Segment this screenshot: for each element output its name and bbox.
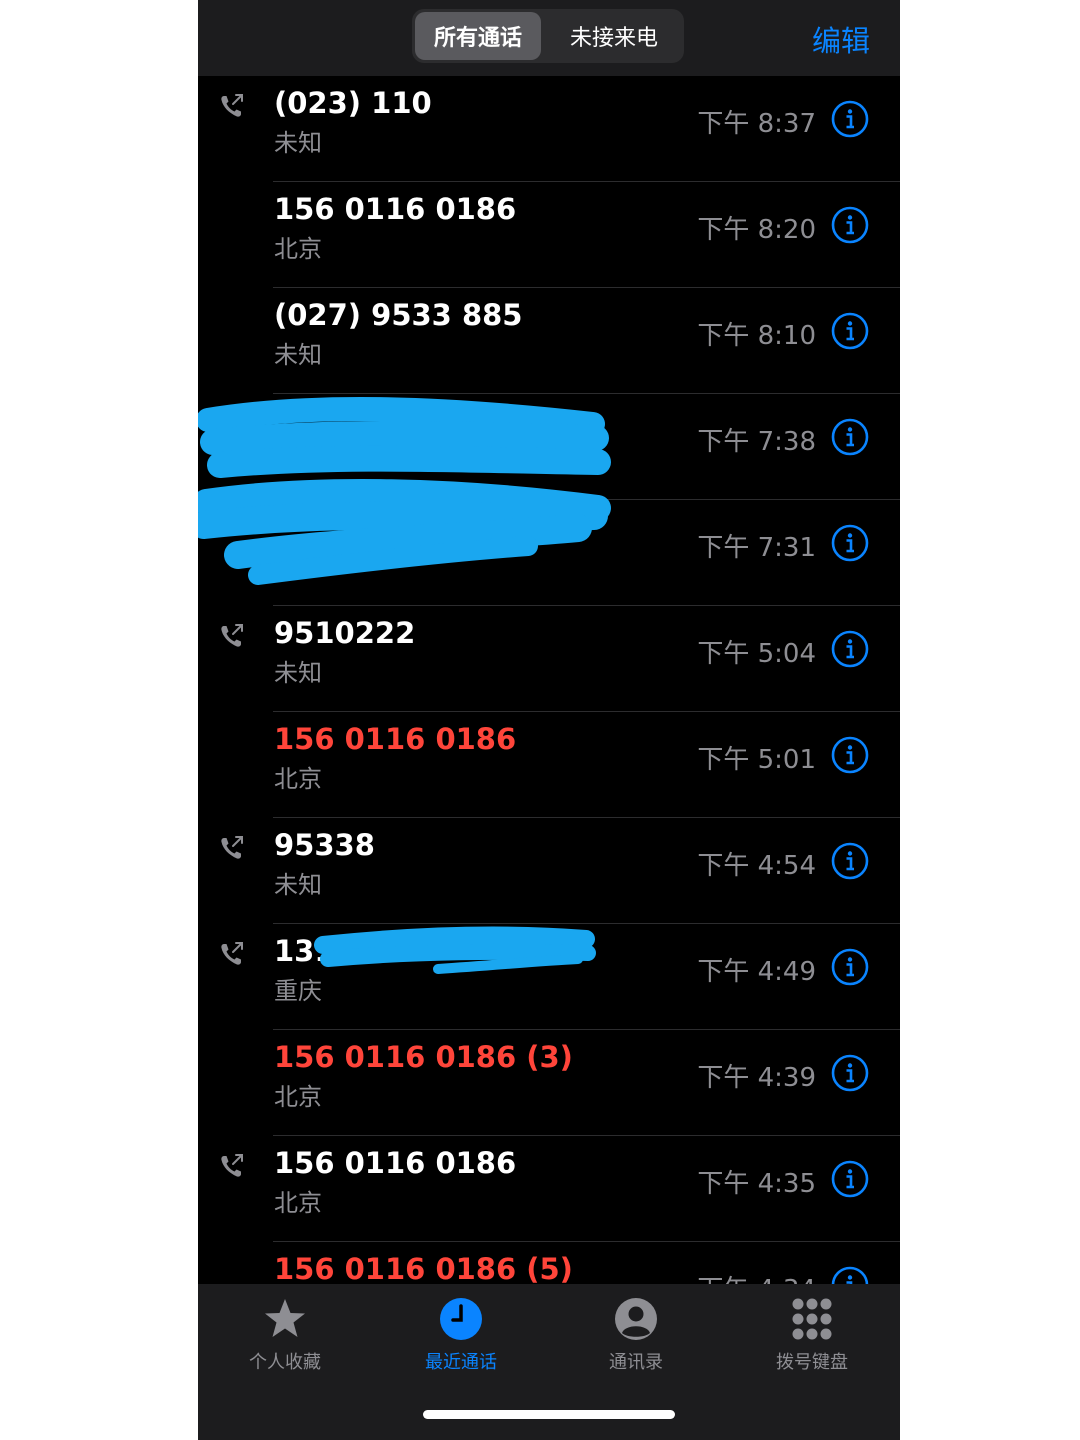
call-time: 下午 7:31 (697, 533, 816, 563)
person-circle-icon (615, 1298, 657, 1340)
segment-all-calls[interactable]: 所有通话 (415, 12, 541, 60)
outgoing-call-icon (218, 834, 246, 862)
info-icon[interactable] (831, 842, 869, 880)
tab-contacts[interactable]: 通讯录 (563, 1294, 703, 1374)
tab-label-keypad: 拨号键盘 (776, 1352, 848, 1373)
call-row[interactable]: 156 0116 0186 (3) 北京 下午 4:39 (198, 1030, 900, 1136)
call-row[interactable]: 156 0116 0186 北京 下午 8:20 (198, 182, 900, 288)
tab-recents[interactable]: 最近通话 (388, 1294, 528, 1374)
caller-name: (027) 9533 885 (274, 298, 523, 332)
clock-icon (440, 1298, 482, 1340)
caller-location: 未知 (274, 129, 322, 157)
recent-calls-list: (023) 110 未知 下午 8:37 156 0116 0186 北京 下午 8:20… (198, 76, 900, 1348)
outgoing-call-icon (218, 92, 246, 120)
outgoing-call-icon (218, 1152, 246, 1180)
caller-location: 北京 (274, 765, 322, 793)
info-icon[interactable] (831, 1054, 869, 1092)
star-icon (265, 1299, 305, 1337)
edit-button[interactable]: 编辑 (812, 18, 870, 60)
info-icon[interactable] (831, 948, 869, 986)
call-row[interactable]: (027) 9533 885 未知 下午 8:10 (198, 288, 900, 394)
call-time: 下午 5:04 (697, 639, 816, 669)
call-row[interactable]: 下午 7:31 (198, 500, 900, 606)
caller-location: 未知 (274, 871, 322, 899)
call-time: 下午 4:49 (697, 957, 816, 987)
info-icon[interactable] (831, 1160, 869, 1198)
call-time: 下午 8:37 (697, 109, 816, 139)
call-time: 下午 4:35 (697, 1169, 816, 1199)
call-time: 下午 8:20 (697, 215, 816, 245)
info-icon[interactable] (831, 524, 869, 562)
call-time: 下午 7:38 (697, 427, 816, 457)
caller-name: 156 0116 0186 (3) (274, 1040, 573, 1074)
caller-location: 北京 (274, 235, 322, 263)
info-icon[interactable] (831, 630, 869, 668)
phone-screen: 所有通话 未接来电 编辑 (023) 110 未知 下午 8:37 156 0116 … (198, 0, 900, 1440)
outgoing-call-icon (218, 622, 246, 650)
tab-label-contacts: 通讯录 (609, 1352, 663, 1373)
caller-location: 未知 (274, 659, 322, 687)
caller-location: 未知 (274, 341, 322, 369)
call-row[interactable]: 9510222 未知 下午 5:04 (198, 606, 900, 712)
call-row[interactable]: 156 0116 0186 北京 下午 5:01 (198, 712, 900, 818)
tab-label-favorites: 个人收藏 (249, 1352, 321, 1373)
caller-name: 131 (274, 934, 335, 968)
info-icon[interactable] (831, 206, 869, 244)
caller-location: 北京 (274, 1189, 322, 1217)
recents-header: 所有通话 未接来电 编辑 (198, 0, 900, 76)
caller-name: 156 0116 0186 (274, 722, 517, 756)
tab-label-recents: 最近通话 (425, 1352, 497, 1373)
info-icon[interactable] (831, 736, 869, 774)
segment-missed-calls[interactable]: 未接来电 (549, 12, 679, 60)
call-row[interactable]: 131 重庆 下午 4:49 (198, 924, 900, 1030)
caller-location: 北京 (274, 1083, 322, 1111)
outgoing-call-icon (218, 940, 246, 968)
call-time: 下午 5:01 (697, 745, 816, 775)
caller-name: 95338 (274, 828, 375, 862)
home-indicator[interactable] (423, 1410, 675, 1419)
caller-name: 156 0116 0186 (274, 192, 517, 226)
call-time: 下午 4:39 (697, 1063, 816, 1093)
caller-name: (023) 110 (274, 86, 432, 120)
call-row[interactable]: 95338 未知 下午 4:54 (198, 818, 900, 924)
caller-name: 156 0116 0186 (274, 1146, 517, 1180)
caller-name: 9510222 (274, 616, 416, 650)
info-icon[interactable] (831, 312, 869, 350)
call-filter-segmented-control: 所有通话 未接来电 (412, 9, 684, 63)
call-time: 下午 4:54 (697, 851, 816, 881)
caller-name: 156 0116 0186 (5) (274, 1252, 573, 1286)
keypad-icon (792, 1298, 832, 1340)
call-row[interactable]: 156 0116 0186 北京 下午 4:35 (198, 1136, 900, 1242)
call-time: 下午 8:10 (697, 321, 816, 351)
info-icon[interactable] (831, 418, 869, 456)
tab-favorites[interactable]: 个人收藏 (212, 1294, 352, 1374)
info-icon[interactable] (831, 100, 869, 138)
caller-location: 重庆 (274, 977, 322, 1005)
call-row[interactable]: (023) 110 未知 下午 8:37 (198, 76, 900, 182)
call-row[interactable]: 下午 7:38 (198, 394, 900, 500)
tab-keypad[interactable]: 拨号键盘 (739, 1294, 879, 1374)
